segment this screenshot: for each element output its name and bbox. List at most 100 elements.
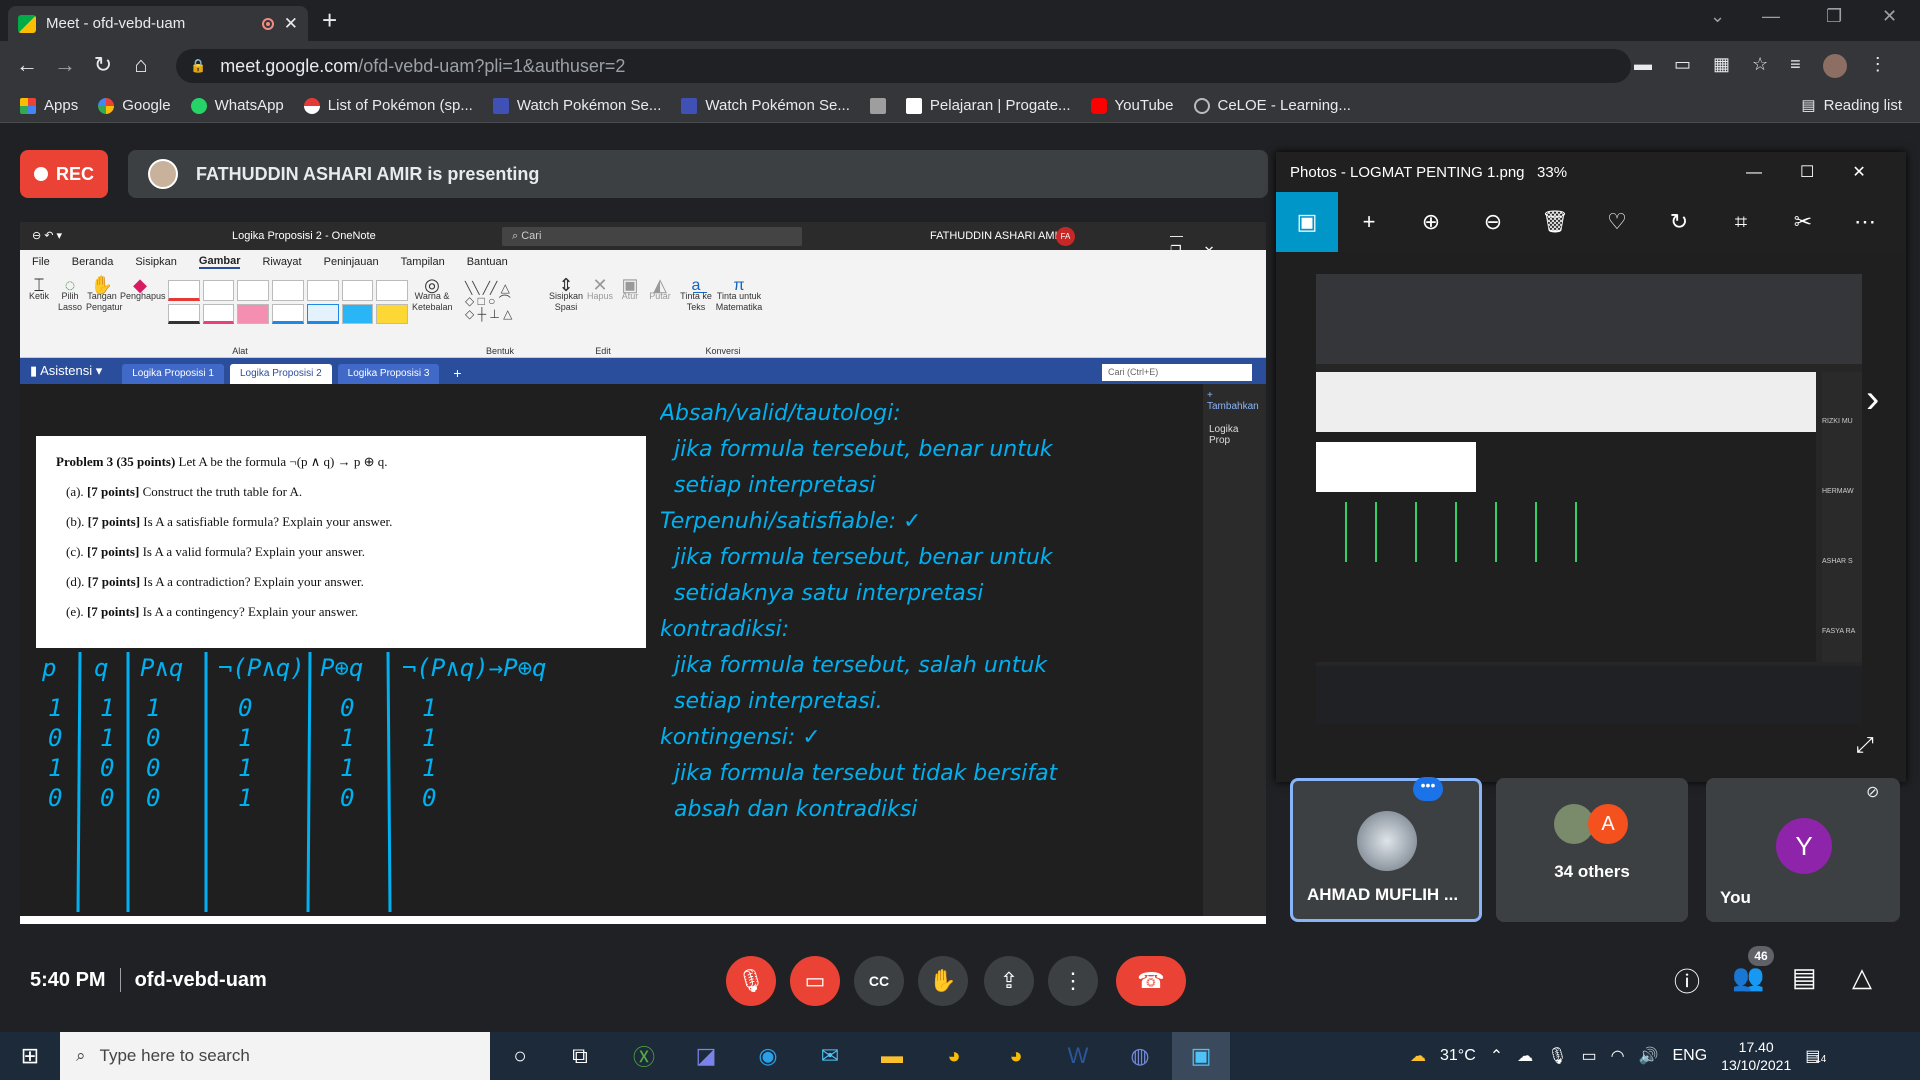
edit-icon[interactable]: ✂ [1772, 192, 1834, 252]
taskbar-search[interactable]: ⌕ Type here to search [60, 1032, 490, 1080]
star-icon[interactable]: ☆ [1752, 54, 1768, 78]
pen-slot[interactable] [237, 280, 270, 301]
highlighter-yellow[interactable] [376, 303, 408, 324]
ribbon-tab-beranda[interactable]: Beranda [72, 256, 114, 268]
edge-icon[interactable]: ◉ [748, 1036, 788, 1076]
wifi-icon[interactable]: ◠ [1611, 1046, 1625, 1066]
bookmark-youtube[interactable]: YouTube [1090, 97, 1174, 114]
mail-icon[interactable]: ✉ [810, 1036, 850, 1076]
tool-ketik[interactable]: ⌶ Ketik [26, 276, 52, 302]
pen-red[interactable] [168, 280, 200, 301]
bookmark-pokemon-list[interactable]: List of Pokémon (sp... [303, 97, 473, 114]
hapus-button[interactable]: ✕ Hapus [586, 276, 614, 302]
ribbon-tab-peninjauan[interactable]: Peninjauan [324, 256, 379, 268]
close-window-button[interactable]: ✕ [1882, 6, 1897, 27]
section-search-input[interactable]: Cari (Ctrl+E) [1102, 364, 1252, 381]
ribbon-tab-file[interactable]: File [32, 256, 50, 268]
bookmark-watch-pokemon-1[interactable]: Watch Pokémon Se... [492, 97, 661, 114]
bookmark-watch-pokemon-2[interactable]: Watch Pokémon Se... [681, 97, 850, 114]
leave-call-button[interactable]: ☎ [1116, 956, 1186, 1006]
menu-icon[interactable]: ⋮ [1869, 54, 1887, 78]
tinta-ke-teks-button[interactable]: a͟ Tinta ke Teks [680, 278, 712, 313]
see-all-photos-icon[interactable]: ▣ [1276, 192, 1338, 252]
language[interactable]: ENG [1672, 1047, 1707, 1065]
windows-start-icon[interactable]: ⊞ [10, 1036, 50, 1076]
tool-pilih-lasso[interactable]: ◌ Pilih Lasso [56, 276, 84, 313]
bookmark-image[interactable] [869, 97, 886, 114]
zoom-in-icon[interactable]: ⊕ [1400, 192, 1462, 252]
close-tab-icon[interactable]: ✕ [284, 14, 298, 34]
raise-hand-button[interactable]: ✋ [918, 956, 968, 1006]
camera-off-button[interactable]: ▭ [790, 956, 840, 1006]
new-tab-button[interactable]: + [322, 6, 337, 34]
highlighter-blue[interactable] [341, 303, 374, 324]
tab-search-icon[interactable]: ⌄ [1710, 6, 1725, 27]
pen-slot[interactable] [272, 280, 304, 301]
bookmark-progate[interactable]: Pelajaran | Progate... [905, 97, 1071, 114]
forward-icon[interactable]: → [46, 52, 84, 78]
tinta-matematika-button[interactable]: π Tinta untuk Matematika [714, 278, 764, 313]
ribbon-tab-tampilan[interactable]: Tampilan [401, 256, 445, 268]
fullscreen-icon[interactable]: ⤢ [1856, 732, 1874, 758]
participant-tile-you[interactable]: Y ⊘ You [1706, 778, 1900, 922]
bookmark-celoe[interactable]: CeLOE - Learning... [1193, 97, 1351, 114]
meeting-details-icon[interactable]: ⓘ [1674, 962, 1700, 999]
pen-gallery[interactable] [168, 280, 408, 324]
home-icon[interactable]: ⌂ [122, 52, 160, 78]
delete-icon[interactable]: 🗑 [1524, 192, 1586, 252]
ribbon-tab-riwayat[interactable]: Riwayat [262, 256, 301, 268]
ribbon-tab-gambar[interactable]: Gambar [198, 255, 241, 269]
add-page-button[interactable]: + Tambahkan [1203, 384, 1266, 418]
sisipkan-spasi-button[interactable]: ⇕ Sisipkan Spasi [548, 276, 584, 313]
favorite-heart-icon[interactable]: ♡ [1586, 192, 1648, 252]
battery-icon[interactable]: ▭ [1581, 1046, 1596, 1066]
putar-button[interactable]: ◭ Putar [646, 276, 674, 302]
atur-button[interactable]: ▣ Atur [616, 276, 644, 302]
bookmark-whatsapp[interactable]: WhatsApp [190, 97, 284, 114]
tool-penghapus[interactable]: ◆ Penghapus [120, 276, 166, 302]
section-tab-3[interactable]: Logika Proposisi 3 [337, 364, 440, 384]
pen-slot[interactable] [306, 280, 339, 301]
people-icon[interactable]: 👥 [1732, 962, 1764, 993]
more-icon[interactable]: ⋯ [1834, 192, 1896, 252]
file-explorer-icon[interactable]: ▬ [872, 1036, 912, 1076]
participant-tile-others[interactable]: A 34 others [1496, 778, 1688, 922]
more-options-button[interactable]: ⋮ [1048, 956, 1098, 1006]
section-tab-2[interactable]: Logika Proposisi 2 [229, 364, 332, 384]
volume-icon[interactable]: 🔊 [1639, 1046, 1659, 1066]
pen-slot[interactable] [376, 280, 408, 301]
tray-clock[interactable]: 17.40 13/10/2021 [1721, 1038, 1791, 1074]
pen-slot[interactable] [202, 280, 235, 301]
reload-icon[interactable]: ↻ [84, 52, 122, 78]
discord-icon[interactable]: ◍ [1120, 1036, 1160, 1076]
task-view-icon[interactable]: ⧉ [560, 1036, 600, 1076]
ribbon-tab-bantuan[interactable]: Bantuan [467, 256, 508, 268]
captions-button[interactable]: CC [854, 956, 904, 1006]
reading-list-button[interactable]: ▤ Reading list [1801, 96, 1902, 115]
pen-black[interactable] [168, 303, 200, 324]
profile-avatar[interactable] [1822, 54, 1847, 78]
photo-preview-image[interactable]: RIZKI MU HERMAW ASHAR S FASYA RA [1316, 274, 1862, 724]
bookmark-apps[interactable]: Apps [20, 97, 78, 114]
ribbon-tab-sisipkan[interactable]: Sisipkan [135, 256, 177, 268]
back-icon[interactable]: ← [8, 52, 46, 78]
present-button[interactable]: ⇪ [984, 956, 1034, 1006]
notifications-icon[interactable]: ▤ 14 [1805, 1046, 1826, 1066]
mic-tray-icon[interactable]: 🎙 [1547, 1046, 1567, 1066]
crop-icon[interactable]: ⌗ [1710, 192, 1772, 252]
pen-pink[interactable] [202, 303, 235, 324]
browser-tab[interactable]: Meet - ofd-vebd-uam ✕ [8, 6, 308, 41]
show-hidden-icon[interactable]: ⌃ [1490, 1046, 1503, 1066]
rotate-icon[interactable]: ↻ [1648, 192, 1710, 252]
address-bar[interactable]: 🔒 meet.google.com/ofd-vebd-uam?pli=1&aut… [176, 49, 1631, 83]
media-icon[interactable]: ≡ [1790, 54, 1801, 78]
onenote-search-box[interactable]: ⌕ Cari [502, 227, 802, 246]
restore-button[interactable]: ❐ [1826, 6, 1842, 27]
next-photo-icon[interactable]: › [1866, 377, 1879, 422]
warna-ketebalan-button[interactable]: ◎ Warna & Ketebalan [412, 276, 453, 313]
cast-icon[interactable]: ▭ [1674, 54, 1691, 78]
onedrive-icon[interactable]: ☁ [1517, 1046, 1533, 1066]
chat-icon[interactable]: ▤ [1792, 962, 1817, 993]
notebook-picker[interactable]: ▮ Asistensi ▾ [28, 363, 116, 384]
shapes-gallery[interactable]: ╲╲ ╱╱ △ ◇ □ ○ ⌒ ◇ ┼ ⊥ △ [465, 282, 540, 324]
